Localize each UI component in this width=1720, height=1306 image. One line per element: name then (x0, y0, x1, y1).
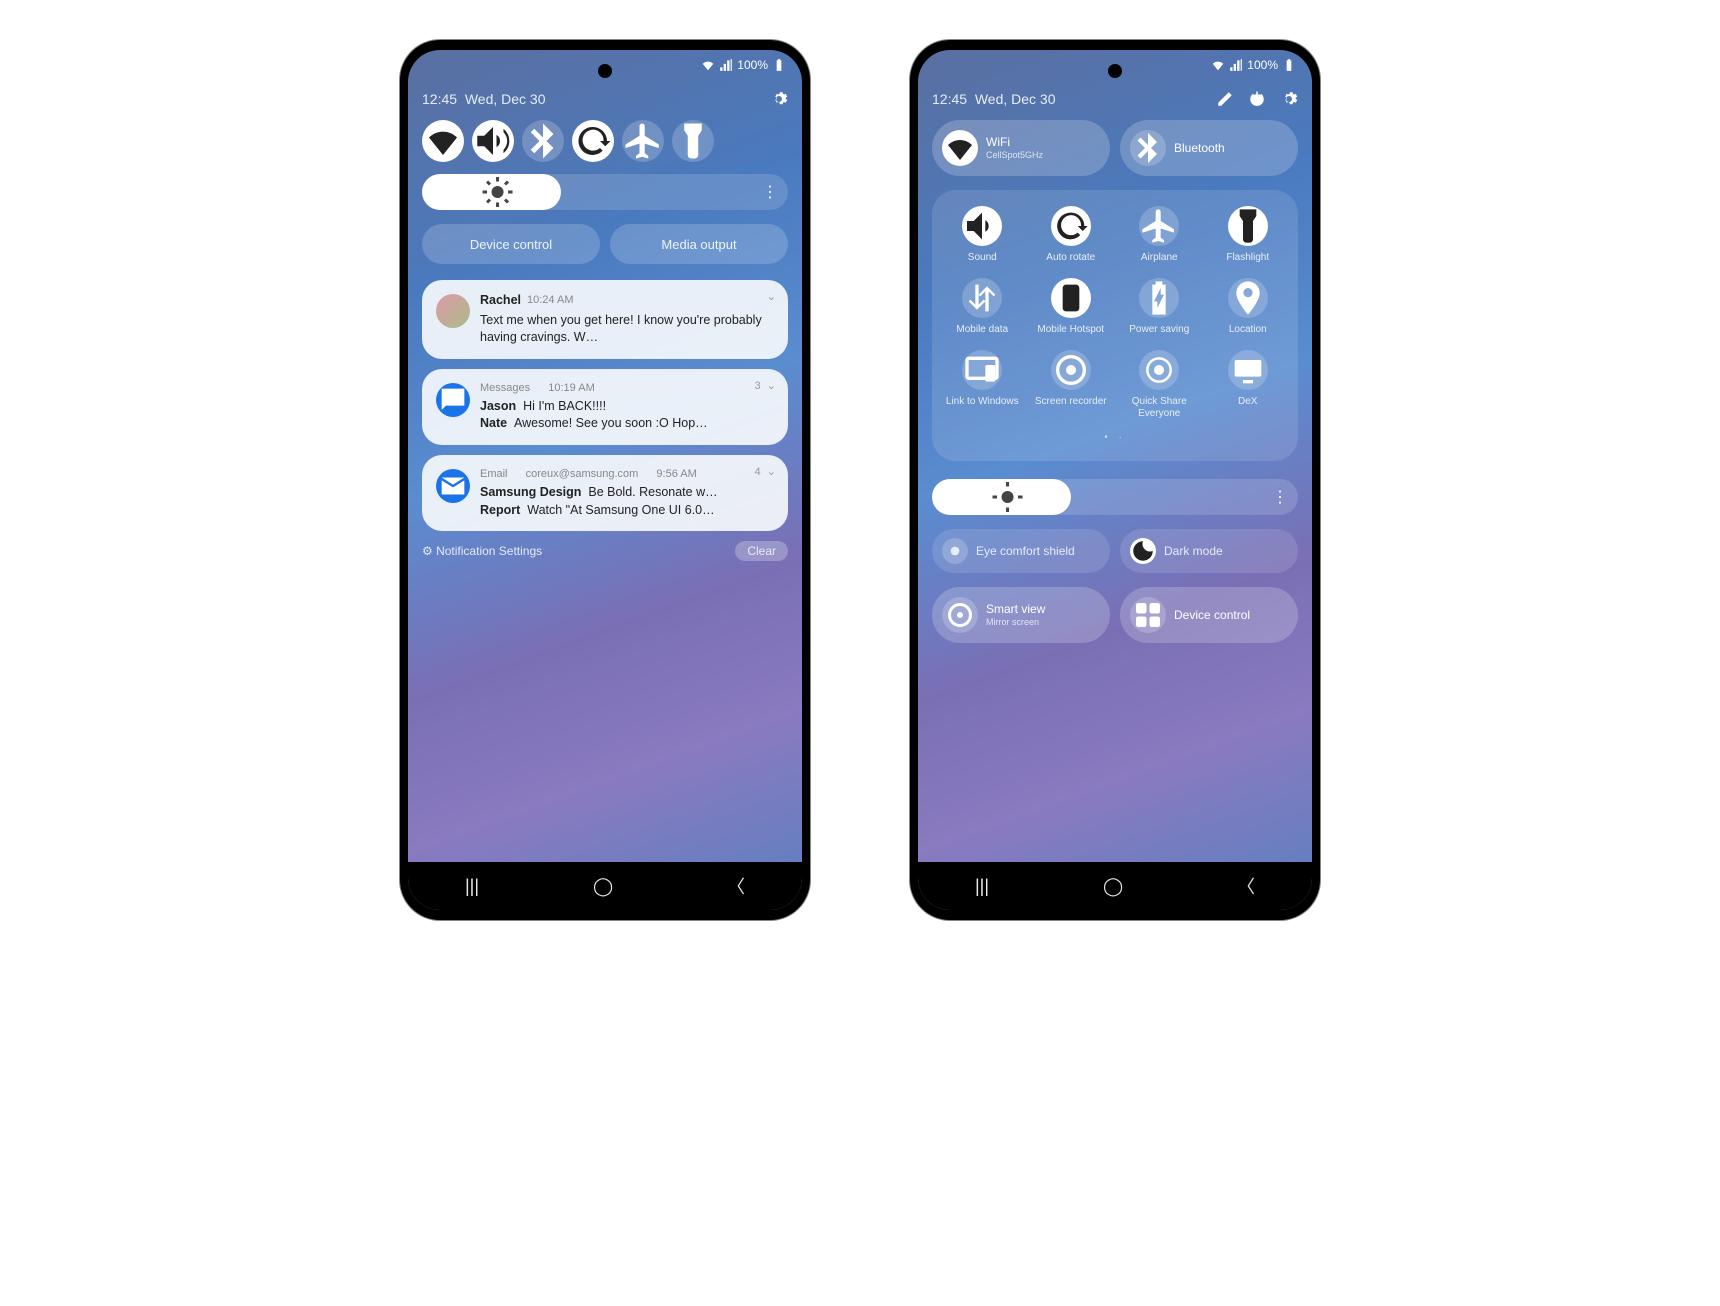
screen: 100% 12:45 Wed, Dec 30 WiFiCellSpot5GHz (918, 50, 1312, 910)
quick-settings-row (422, 120, 788, 162)
media-output-button[interactable]: Media output (610, 224, 788, 264)
notification-rachel[interactable]: Rachel 10:24 AM Text me when you get her… (422, 280, 788, 359)
clock-date: Wed, Dec 30 (465, 91, 546, 107)
bluetooth-toggle[interactable] (522, 120, 564, 162)
dark-mode-toggle[interactable]: Dark mode (1120, 529, 1298, 573)
back-button[interactable]: 〈 (727, 873, 745, 899)
clock-time: 12:45 (932, 91, 967, 107)
clock-date: Wed, Dec 30 (975, 91, 1056, 107)
navigation-bar: ||| ◯ 〈 (408, 862, 802, 910)
wifi-icon (942, 130, 978, 166)
mobile-data-tile[interactable]: Mobile data (940, 278, 1025, 336)
device-control-tile[interactable]: Device control (1120, 587, 1298, 643)
brightness-slider[interactable]: ⋮ (422, 174, 788, 210)
wifi-tile[interactable]: WiFiCellSpot5GHz (932, 120, 1110, 176)
panel-header: 12:45 Wed, Dec 30 (932, 90, 1298, 108)
eye-comfort-toggle[interactable]: Eye comfort shield (932, 529, 1110, 573)
quick-share-tile[interactable]: Quick Share Everyone (1117, 350, 1202, 420)
edit-icon[interactable] (1216, 90, 1234, 108)
battery-icon (772, 58, 786, 72)
eye-comfort-icon (942, 538, 968, 564)
status-bar: 100% (701, 58, 786, 72)
bluetooth-icon (1130, 130, 1166, 166)
device-control-button[interactable]: Device control (422, 224, 600, 264)
battery-icon (1282, 58, 1296, 72)
airplane-tile[interactable]: Airplane (1117, 206, 1202, 264)
screen-recorder-tile[interactable]: Screen recorder (1029, 350, 1114, 420)
battery-percent: 100% (737, 58, 768, 72)
wifi-toggle[interactable] (422, 120, 464, 162)
quick-settings-grid: Sound Auto rotate Airplane Flashlight Mo… (932, 190, 1298, 461)
email-icon (436, 469, 470, 503)
phone-quick-settings: 100% 12:45 Wed, Dec 30 WiFiCellSpot5GHz (910, 40, 1320, 920)
navigation-bar: ||| ◯ 〈 (918, 862, 1312, 910)
chevron-down-icon[interactable]: ⌄ (767, 290, 776, 303)
auto-rotate-tile[interactable]: Auto rotate (1029, 206, 1114, 264)
clear-button[interactable]: Clear (735, 541, 788, 561)
battery-percent: 100% (1247, 58, 1278, 72)
wifi-status-icon (1211, 58, 1225, 72)
panel-header: 12:45 Wed, Dec 30 (422, 90, 788, 108)
clock-time: 12:45 (422, 91, 457, 107)
brightness-fill (932, 479, 1071, 515)
avatar-rachel (436, 294, 470, 328)
sound-toggle[interactable] (472, 120, 514, 162)
brightness-more-icon[interactable]: ⋮ (762, 182, 778, 202)
screen: 100% 12:45 Wed, Dec 30 (408, 50, 802, 910)
location-tile[interactable]: Location (1206, 278, 1291, 336)
link-to-windows-tile[interactable]: Link to Windows (940, 350, 1025, 420)
recents-button[interactable]: ||| (975, 876, 989, 897)
notification-settings-link[interactable]: ⚙ Notification Settings (422, 544, 542, 558)
brightness-icon (434, 174, 561, 210)
camera-hole (598, 64, 612, 78)
dark-mode-icon (1130, 538, 1156, 564)
notification-email[interactable]: Email coreux@samsung.com 9:56 AM Samsung… (422, 455, 788, 531)
smart-view-tile[interactable]: Smart viewMirror screen (932, 587, 1110, 643)
brightness-slider[interactable]: ⋮ (932, 479, 1298, 515)
camera-hole (1108, 64, 1122, 78)
mobile-hotspot-tile[interactable]: Mobile Hotspot (1029, 278, 1114, 336)
flashlight-toggle[interactable] (672, 120, 714, 162)
brightness-more-icon[interactable]: ⋮ (1272, 487, 1288, 507)
phone-notification-panel: 100% 12:45 Wed, Dec 30 (400, 40, 810, 920)
bluetooth-tile[interactable]: Bluetooth (1120, 120, 1298, 176)
brightness-fill (422, 174, 561, 210)
smart-view-icon (942, 597, 978, 633)
back-button[interactable]: 〈 (1237, 873, 1255, 899)
brightness-icon (944, 479, 1071, 515)
wifi-status-icon (701, 58, 715, 72)
airplane-toggle[interactable] (622, 120, 664, 162)
page-indicator: • · (940, 432, 1290, 443)
auto-rotate-toggle[interactable] (572, 120, 614, 162)
notification-messages[interactable]: Messages 10:19 AM Jason Hi I'm BACK!!!! … (422, 369, 788, 445)
signal-icon (719, 58, 733, 72)
home-button[interactable]: ◯ (1103, 876, 1123, 897)
messages-icon (436, 383, 470, 417)
recents-button[interactable]: ||| (465, 876, 479, 897)
signal-icon (1229, 58, 1243, 72)
settings-icon[interactable] (1280, 90, 1298, 108)
settings-icon[interactable] (770, 90, 788, 108)
status-bar: 100% (1211, 58, 1296, 72)
dex-tile[interactable]: DeX (1206, 350, 1291, 420)
flashlight-tile[interactable]: Flashlight (1206, 206, 1291, 264)
home-button[interactable]: ◯ (593, 876, 613, 897)
power-icon[interactable] (1248, 90, 1266, 108)
sound-tile[interactable]: Sound (940, 206, 1025, 264)
power-saving-tile[interactable]: Power saving (1117, 278, 1202, 336)
device-control-icon (1130, 597, 1166, 633)
